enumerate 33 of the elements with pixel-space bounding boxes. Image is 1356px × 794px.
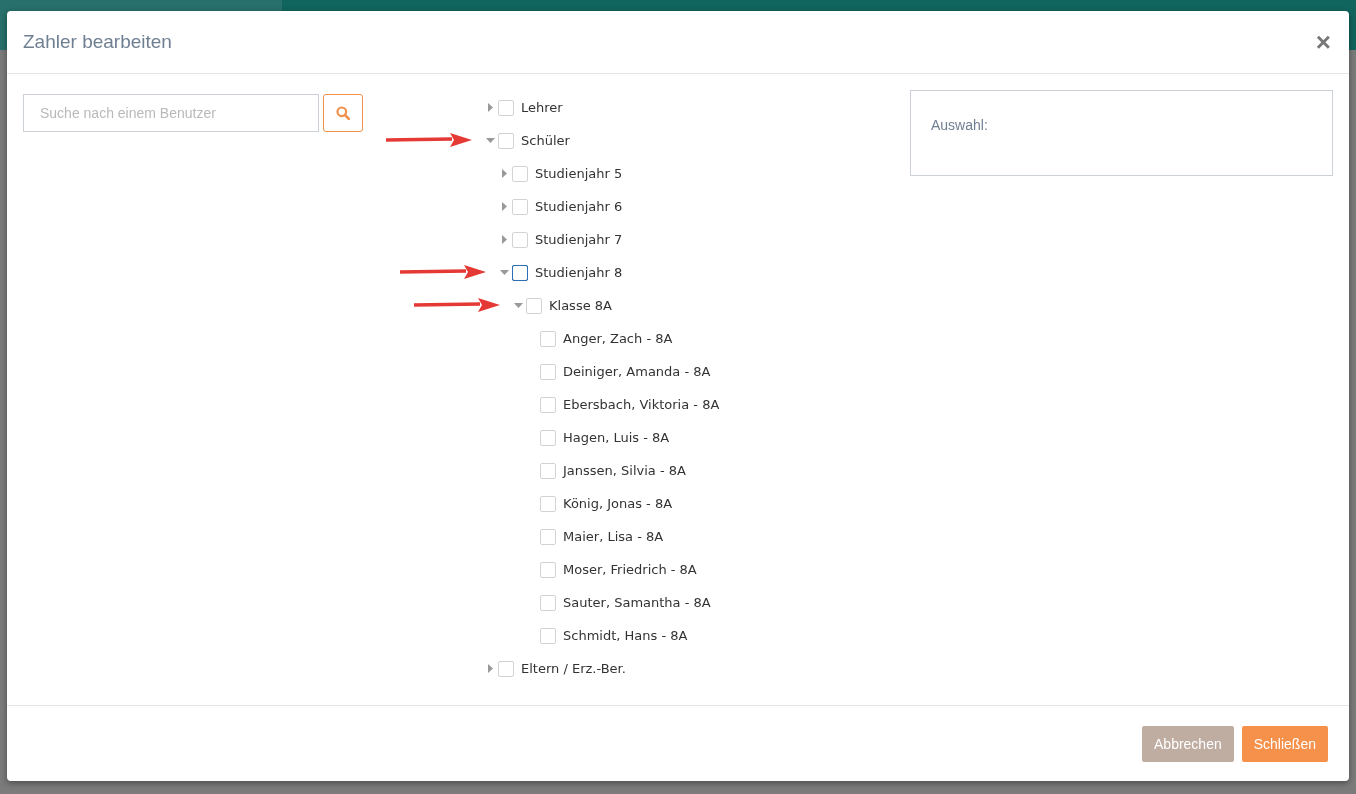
selection-label: Auswahl: [931, 117, 988, 133]
tree-node-label[interactable]: Janssen, Silvia - 8A [563, 463, 686, 478]
tree-node-label[interactable]: Sauter, Samantha - 8A [563, 595, 711, 610]
close-button[interactable]: × [1313, 29, 1333, 55]
tree-node-label[interactable]: Schüler [521, 133, 570, 148]
tree-node-label[interactable]: Eltern / Erz.-Ber. [521, 661, 626, 676]
tree-node-label[interactable]: Studienjahr 6 [535, 199, 623, 214]
tree-node-label[interactable]: Schmidt, Hans - 8A [563, 628, 688, 643]
tree-node-label[interactable]: Ebersbach, Viktoria - 8A [563, 397, 720, 412]
tree-node-label[interactable]: Studienjahr 7 [535, 232, 623, 247]
checkbox[interactable] [512, 264, 528, 281]
caret-right-icon[interactable] [502, 202, 507, 211]
tree-node-label[interactable]: Studienjahr 5 [535, 166, 623, 181]
tree-node-label[interactable]: Anger, Zach - 8A [563, 331, 673, 346]
tree-node-label[interactable]: Klasse 8A [549, 298, 612, 313]
dialog-title: Zahler bearbeiten [23, 31, 172, 53]
caret-right-icon[interactable] [488, 103, 493, 112]
tree-node-label[interactable]: Deiniger, Amanda - 8A [563, 364, 711, 379]
search-button[interactable] [323, 94, 363, 132]
caret-right-icon[interactable] [502, 235, 507, 244]
caret-down-icon[interactable] [500, 270, 509, 275]
caret-down-icon[interactable] [486, 138, 495, 143]
search-icon [336, 106, 350, 120]
tree-node-label[interactable]: Lehrer [521, 100, 563, 115]
tree-node-label[interactable]: Studienjahr 8 [535, 265, 623, 280]
caret-right-icon[interactable] [502, 169, 507, 178]
search-field[interactable]: Suche nach einem Benutzer [23, 94, 319, 132]
caret-down-icon[interactable] [514, 303, 523, 308]
tree-node-label[interactable]: Maier, Lisa - 8A [563, 529, 664, 544]
tree-node-label[interactable]: Moser, Friedrich - 8A [563, 562, 697, 577]
tree-node-label[interactable]: König, Jonas - 8A [563, 496, 673, 511]
tree-node-label[interactable]: Hagen, Luis - 8A [563, 430, 670, 445]
caret-right-icon[interactable] [488, 664, 493, 673]
